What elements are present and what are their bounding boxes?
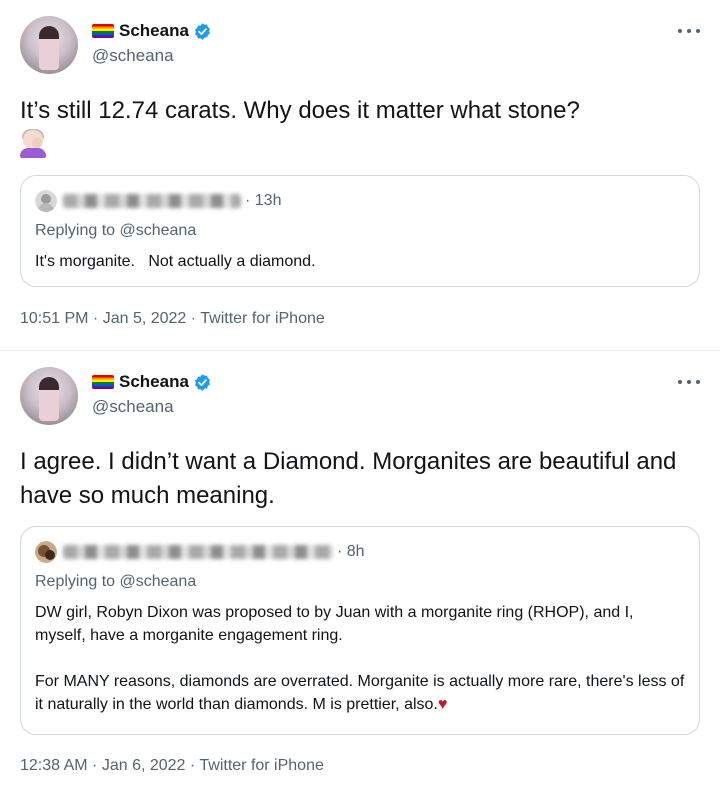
quoted-text: DW girl, Robyn Dixon was proposed to by … <box>35 601 685 716</box>
replying-to[interactable]: Replying to @scheana <box>35 222 196 240</box>
handle[interactable]: @scheana <box>92 397 174 417</box>
display-name[interactable]: Scheana <box>119 372 189 392</box>
quoted-timestamp[interactable]: · 13h <box>245 192 281 210</box>
quoted-avatar[interactable] <box>35 190 57 212</box>
tweet-text: I agree. I didn’t want a Diamond. Morgan… <box>20 448 677 509</box>
quoted-tweet-header: · 8h <box>35 541 365 563</box>
tweet-1[interactable]: Scheana @scheana It’s still 12.74 carats… <box>0 0 720 350</box>
author-name-row[interactable]: Scheana <box>92 21 212 41</box>
redacted-username <box>63 545 333 559</box>
woman-facepalming-emoji-icon <box>20 129 46 158</box>
more-options-icon[interactable] <box>678 29 700 35</box>
author-name-row[interactable]: Scheana <box>92 372 212 392</box>
rainbow-flag-icon <box>92 24 114 38</box>
avatar[interactable] <box>20 16 78 74</box>
tweet-timestamp[interactable]: 12:38 AM · Jan 6, 2022 · Twitter for iPh… <box>20 757 324 775</box>
quoted-tweet-header: · 13h <box>35 190 281 212</box>
redacted-username <box>63 194 241 208</box>
avatar[interactable] <box>20 367 78 425</box>
more-options-icon[interactable] <box>678 380 700 386</box>
heart-icon: ♥ <box>437 696 448 713</box>
quoted-avatar[interactable] <box>35 541 57 563</box>
tweet-text-body: It’s still 12.74 carats. Why does it mat… <box>20 97 580 124</box>
replying-to[interactable]: Replying to @scheana <box>35 573 196 591</box>
handle[interactable]: @scheana <box>92 46 174 66</box>
quoted-text: It's morganite. Not actually a diamond. <box>35 253 316 270</box>
quoted-timestamp[interactable]: · 8h <box>337 543 365 561</box>
verified-badge-icon <box>194 22 210 40</box>
quoted-tweet[interactable]: · 8h Replying to @scheana DW girl, Robyn… <box>20 526 700 735</box>
quoted-text-body: DW girl, Robyn Dixon was proposed to by … <box>35 604 685 713</box>
verified-badge-icon <box>194 373 210 391</box>
tweet-text: It’s still 12.74 carats. Why does it mat… <box>20 94 700 162</box>
tweet-2[interactable]: Scheana @scheana I agree. I didn’t want … <box>0 350 720 797</box>
tweet-timestamp[interactable]: 10:51 PM · Jan 5, 2022 · Twitter for iPh… <box>20 310 325 328</box>
quoted-tweet[interactable]: · 13h Replying to @scheana It's morganit… <box>20 175 700 287</box>
rainbow-flag-icon <box>92 375 114 389</box>
display-name[interactable]: Scheana <box>119 21 189 41</box>
